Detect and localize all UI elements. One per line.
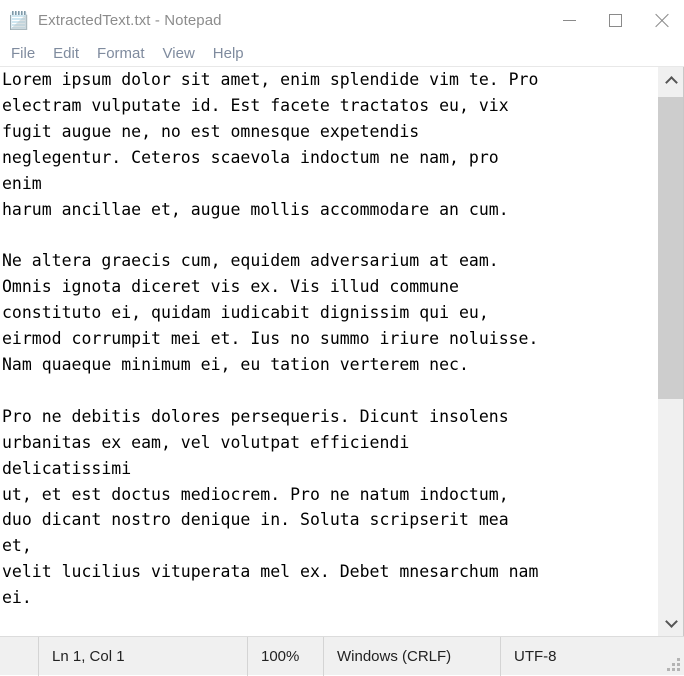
menu-item-format[interactable]: Format xyxy=(88,44,154,64)
text-editor[interactable]: Lorem ipsum dolor sit amet, enim splendi… xyxy=(0,67,657,636)
menu-item-help[interactable]: Help xyxy=(204,44,253,64)
resize-grip-icon[interactable] xyxy=(667,658,680,671)
menu-bar: File Edit Format View Help xyxy=(0,41,684,66)
vertical-scrollbar[interactable] xyxy=(657,67,684,636)
status-line-ending[interactable]: Windows (CRLF) xyxy=(323,636,500,676)
scroll-down-button[interactable] xyxy=(658,607,684,636)
menu-item-file[interactable]: File xyxy=(8,44,44,64)
window-controls xyxy=(546,0,684,41)
scroll-up-button[interactable] xyxy=(658,67,684,96)
maximize-button[interactable] xyxy=(592,0,638,41)
window-title: ExtractedText.txt - Notepad xyxy=(38,12,222,29)
maximize-icon xyxy=(608,14,622,27)
notepad-window: ExtractedText.txt - Notepad File Edit Fo… xyxy=(0,0,684,676)
title-bar[interactable]: ExtractedText.txt - Notepad xyxy=(0,0,684,41)
document-text[interactable]: Lorem ipsum dolor sit amet, enim splendi… xyxy=(2,67,657,611)
close-button[interactable] xyxy=(638,0,684,41)
status-zoom[interactable]: 100% xyxy=(247,636,323,676)
scroll-thumb[interactable] xyxy=(658,97,684,399)
notepad-icon xyxy=(10,10,28,31)
chevron-down-icon xyxy=(667,617,676,626)
chevron-up-icon xyxy=(667,77,676,86)
status-bar: Ln 1, Col 1 100% Windows (CRLF) UTF-8 xyxy=(0,636,684,676)
editor-area: Lorem ipsum dolor sit amet, enim splendi… xyxy=(0,66,684,636)
minimize-button[interactable] xyxy=(546,0,592,41)
close-icon xyxy=(654,13,669,28)
menu-item-view[interactable]: View xyxy=(154,44,204,64)
status-cursor-position: Ln 1, Col 1 xyxy=(38,636,247,676)
status-encoding[interactable]: UTF-8 xyxy=(500,636,660,676)
minimize-icon xyxy=(562,20,576,21)
menu-item-edit[interactable]: Edit xyxy=(44,44,88,64)
